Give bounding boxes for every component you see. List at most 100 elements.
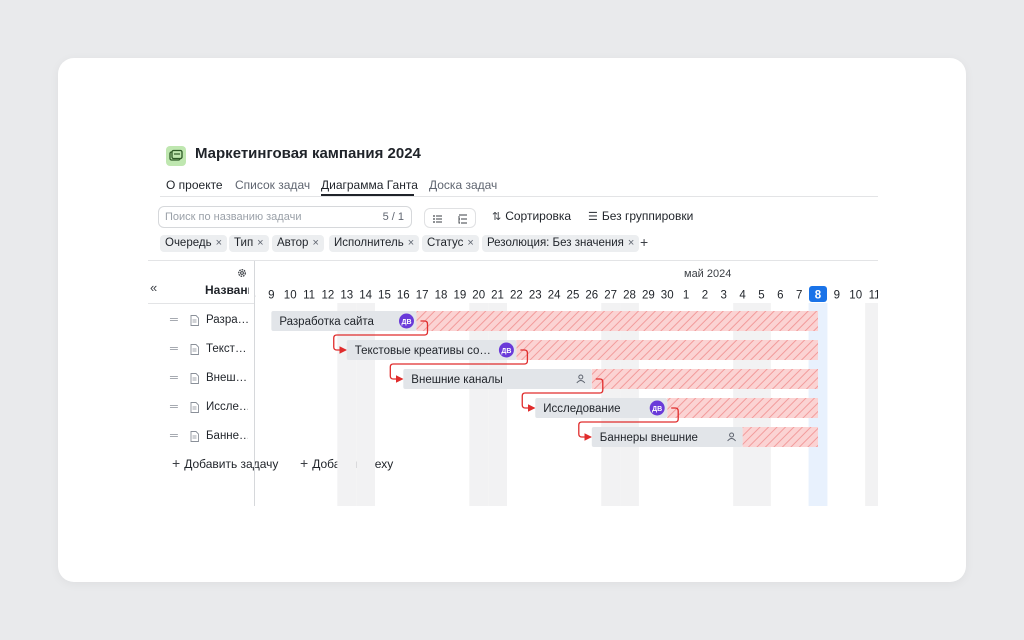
day-label: 1 <box>683 290 689 302</box>
sort-label: Сортировка <box>505 209 572 223</box>
day-label: 15 <box>378 290 391 302</box>
filter-label: Статус <box>427 237 464 249</box>
tree-view-icon[interactable] <box>456 212 470 226</box>
drag-handle-icon[interactable]: ═ <box>170 372 178 384</box>
tab-task-list[interactable]: Список задач <box>235 178 310 192</box>
drag-handle-icon[interactable]: ═ <box>170 343 178 355</box>
active-tab-indicator <box>321 194 414 196</box>
filter-chip-resolution[interactable]: Резолюция: Без значения × <box>482 235 640 252</box>
task-row[interactable]: ═ Разра… <box>166 311 252 331</box>
grouping-label: Без группировки <box>601 209 694 223</box>
day-label: 16 <box>397 290 410 302</box>
assignee-initials: ДВ <box>501 348 511 355</box>
day-label: 3 <box>721 290 727 302</box>
task-document-icon <box>190 431 199 442</box>
sort-button[interactable]: ⇅ Сортировка <box>492 209 571 223</box>
task-name[interactable]: Иссле… <box>206 401 248 413</box>
plus-icon: + <box>172 455 181 471</box>
overdue-range <box>667 398 818 418</box>
day-label: 8 <box>255 290 256 302</box>
filter-chip-status[interactable]: Статус × <box>422 235 479 252</box>
day-label: 11 <box>303 290 315 302</box>
name-column-header[interactable]: Название <box>205 283 249 297</box>
drag-handle-icon[interactable]: ═ <box>170 401 178 413</box>
task-bar-label: Исследование <box>543 403 620 415</box>
column-header-divider <box>148 303 254 304</box>
page-title: Маркетинговая кампания 2024 <box>195 145 421 162</box>
collapse-panel-button[interactable]: « <box>150 280 157 295</box>
drag-handle-icon[interactable]: ═ <box>170 430 178 442</box>
day-label: 7 <box>796 290 802 302</box>
gantt-panel-divider <box>254 261 255 506</box>
task-row[interactable]: ═ Внеш… <box>166 369 252 389</box>
day-label: 11 <box>869 290 878 302</box>
day-label: 19 <box>453 290 466 302</box>
task-name[interactable]: Разра… <box>206 314 248 326</box>
day-label: 4 <box>739 290 746 302</box>
project-folder-icon <box>166 146 186 166</box>
weekend-column <box>865 303 878 506</box>
grouping-icon: ☰ <box>588 211 598 223</box>
weekend-column <box>356 303 376 506</box>
filter-chip-assignee[interactable]: Исполнитель × <box>329 235 420 252</box>
task-name[interactable]: Внеш… <box>206 372 248 384</box>
day-label: 5 <box>758 290 764 302</box>
day-label: 26 <box>585 290 598 302</box>
filter-label: Автор <box>277 237 309 249</box>
day-label: 25 <box>567 290 580 302</box>
remove-filter-icon[interactable]: × <box>257 237 263 249</box>
filter-chip-type[interactable]: Тип × <box>229 235 269 252</box>
day-label: 28 <box>623 290 636 302</box>
filter-label: Очередь <box>165 237 212 249</box>
task-document-icon <box>190 344 199 355</box>
task-name[interactable]: Текст… <box>206 343 248 355</box>
tab-board[interactable]: Доска задач <box>429 178 497 192</box>
day-label: 10 <box>284 290 297 302</box>
weekend-column <box>488 303 507 506</box>
remove-filter-icon[interactable]: × <box>312 237 318 249</box>
task-bar-label: Баннеры внешние <box>600 432 698 444</box>
task-bar-label: Разработка сайта <box>279 316 374 328</box>
search-counter: 5 / 1 <box>382 211 404 223</box>
filter-label: Тип <box>234 237 254 249</box>
filter-chip-queue[interactable]: Очередь × <box>160 235 228 252</box>
tab-about[interactable]: О проекте <box>166 178 223 192</box>
assignee-initials: ДВ <box>401 319 411 326</box>
weekend-column <box>469 303 489 506</box>
list-view-icon[interactable] <box>431 212 445 226</box>
grouping-button[interactable]: ☰ Без группировки <box>588 209 693 223</box>
task-bar-label: Внешние каналы <box>411 374 502 386</box>
remove-filter-icon[interactable]: × <box>408 237 414 249</box>
remove-filter-icon[interactable]: × <box>216 237 222 249</box>
filter-label: Резолюция: Без значения <box>487 237 624 249</box>
overdue-range <box>416 311 818 331</box>
day-label: 17 <box>416 290 429 302</box>
assignee-initials: ДВ <box>652 406 662 413</box>
day-label-today: 8 <box>815 290 822 302</box>
remove-filter-icon[interactable]: × <box>628 237 634 249</box>
sort-icon: ⇅ <box>492 211 502 223</box>
drag-handle-icon[interactable]: ═ <box>170 314 178 326</box>
day-label: 18 <box>435 290 448 302</box>
settings-gear-icon[interactable] <box>236 266 248 278</box>
search-input[interactable] <box>165 209 365 225</box>
overdue-range <box>742 427 818 447</box>
day-label: 9 <box>834 290 840 302</box>
gantt-timeline: 8910111213141516171819202122232425262728… <box>255 286 878 506</box>
task-row[interactable]: ═ Иссле… <box>166 398 252 418</box>
task-row[interactable]: ═ Банне… <box>166 427 252 447</box>
task-row[interactable]: ═ Текст… <box>166 340 252 360</box>
day-label: 29 <box>642 290 655 302</box>
day-label: 10 <box>849 290 862 302</box>
view-toggle <box>424 208 476 228</box>
tab-gantt[interactable]: Диаграмма Ганта <box>321 178 418 192</box>
add-filter-button[interactable]: + <box>640 234 648 250</box>
day-label: 20 <box>472 290 485 302</box>
month-label: май 2024 <box>684 268 732 280</box>
day-label: 23 <box>529 290 542 302</box>
search-field[interactable]: 5 / 1 <box>158 206 412 228</box>
filter-chip-author[interactable]: Автор × <box>272 235 324 252</box>
remove-filter-icon[interactable]: × <box>467 237 473 249</box>
task-document-icon <box>190 373 199 384</box>
task-name[interactable]: Банне… <box>206 430 248 442</box>
